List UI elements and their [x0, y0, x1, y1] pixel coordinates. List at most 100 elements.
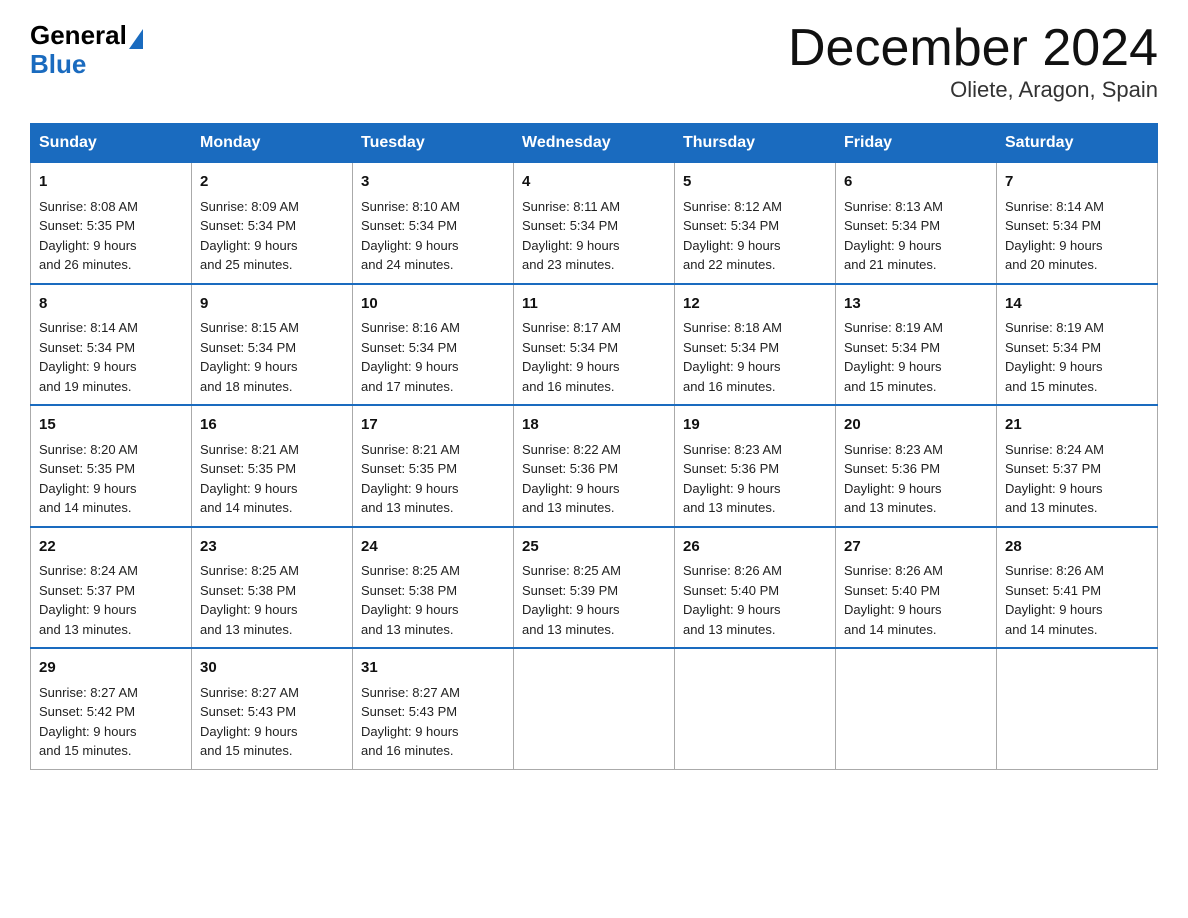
daylight-minutes-text: and 16 minutes.: [361, 743, 454, 758]
daylight-text: Daylight: 9 hours: [1005, 359, 1103, 374]
sunrise-text: Sunrise: 8:08 AM: [39, 199, 138, 214]
col-saturday: Saturday: [997, 124, 1158, 163]
daylight-text: Daylight: 9 hours: [39, 359, 137, 374]
daylight-text: Daylight: 9 hours: [522, 238, 620, 253]
sunset-text: Sunset: 5:39 PM: [522, 583, 618, 598]
table-row: 25 Sunrise: 8:25 AM Sunset: 5:39 PM Dayl…: [514, 527, 675, 649]
sunset-text: Sunset: 5:34 PM: [683, 340, 779, 355]
table-row: 28 Sunrise: 8:26 AM Sunset: 5:41 PM Dayl…: [997, 527, 1158, 649]
daylight-text: Daylight: 9 hours: [1005, 602, 1103, 617]
sunset-text: Sunset: 5:34 PM: [39, 340, 135, 355]
sunset-text: Sunset: 5:34 PM: [522, 340, 618, 355]
table-row: 3 Sunrise: 8:10 AM Sunset: 5:34 PM Dayli…: [353, 163, 514, 284]
table-row: 6 Sunrise: 8:13 AM Sunset: 5:34 PM Dayli…: [836, 163, 997, 284]
sunset-text: Sunset: 5:40 PM: [844, 583, 940, 598]
sunset-text: Sunset: 5:35 PM: [361, 461, 457, 476]
col-friday: Friday: [836, 124, 997, 163]
sunrise-text: Sunrise: 8:17 AM: [522, 320, 621, 335]
sunrise-text: Sunrise: 8:24 AM: [39, 563, 138, 578]
day-number: 26: [683, 536, 827, 559]
sunset-text: Sunset: 5:34 PM: [361, 218, 457, 233]
daylight-text: Daylight: 9 hours: [361, 238, 459, 253]
daylight-minutes-text: and 16 minutes.: [522, 379, 615, 394]
sunrise-text: Sunrise: 8:18 AM: [683, 320, 782, 335]
logo-blue-text: Blue: [30, 49, 86, 80]
daylight-minutes-text: and 14 minutes.: [39, 500, 132, 515]
sunrise-text: Sunrise: 8:10 AM: [361, 199, 460, 214]
daylight-text: Daylight: 9 hours: [1005, 481, 1103, 496]
sunrise-text: Sunrise: 8:19 AM: [1005, 320, 1104, 335]
daylight-minutes-text: and 14 minutes.: [844, 622, 937, 637]
day-number: 17: [361, 414, 505, 437]
sunrise-text: Sunrise: 8:27 AM: [200, 685, 299, 700]
daylight-text: Daylight: 9 hours: [361, 481, 459, 496]
day-number: 25: [522, 536, 666, 559]
col-wednesday: Wednesday: [514, 124, 675, 163]
daylight-text: Daylight: 9 hours: [39, 602, 137, 617]
daylight-minutes-text: and 25 minutes.: [200, 257, 293, 272]
daylight-minutes-text: and 26 minutes.: [39, 257, 132, 272]
sunset-text: Sunset: 5:34 PM: [683, 218, 779, 233]
daylight-text: Daylight: 9 hours: [200, 481, 298, 496]
calendar-week-row: 1 Sunrise: 8:08 AM Sunset: 5:35 PM Dayli…: [31, 163, 1158, 284]
table-row: 27 Sunrise: 8:26 AM Sunset: 5:40 PM Dayl…: [836, 527, 997, 649]
daylight-minutes-text: and 15 minutes.: [200, 743, 293, 758]
daylight-text: Daylight: 9 hours: [522, 481, 620, 496]
daylight-text: Daylight: 9 hours: [200, 238, 298, 253]
sunrise-text: Sunrise: 8:25 AM: [200, 563, 299, 578]
calendar-week-row: 15 Sunrise: 8:20 AM Sunset: 5:35 PM Dayl…: [31, 405, 1158, 527]
sunset-text: Sunset: 5:43 PM: [361, 704, 457, 719]
day-number: 13: [844, 293, 988, 316]
day-number: 30: [200, 657, 344, 680]
daylight-text: Daylight: 9 hours: [200, 602, 298, 617]
calendar-subtitle: Oliete, Aragon, Spain: [788, 77, 1158, 103]
daylight-minutes-text: and 22 minutes.: [683, 257, 776, 272]
table-row: 17 Sunrise: 8:21 AM Sunset: 5:35 PM Dayl…: [353, 405, 514, 527]
table-row: 5 Sunrise: 8:12 AM Sunset: 5:34 PM Dayli…: [675, 163, 836, 284]
day-number: 23: [200, 536, 344, 559]
sunrise-text: Sunrise: 8:19 AM: [844, 320, 943, 335]
daylight-text: Daylight: 9 hours: [683, 602, 781, 617]
sunset-text: Sunset: 5:38 PM: [361, 583, 457, 598]
sunset-text: Sunset: 5:35 PM: [200, 461, 296, 476]
day-number: 10: [361, 293, 505, 316]
sunrise-text: Sunrise: 8:11 AM: [522, 199, 620, 214]
sunrise-text: Sunrise: 8:26 AM: [683, 563, 782, 578]
table-row: [675, 648, 836, 769]
daylight-text: Daylight: 9 hours: [361, 602, 459, 617]
table-row: 7 Sunrise: 8:14 AM Sunset: 5:34 PM Dayli…: [997, 163, 1158, 284]
day-number: 19: [683, 414, 827, 437]
daylight-text: Daylight: 9 hours: [200, 359, 298, 374]
day-number: 31: [361, 657, 505, 680]
sunrise-text: Sunrise: 8:26 AM: [1005, 563, 1104, 578]
day-number: 20: [844, 414, 988, 437]
sunrise-text: Sunrise: 8:21 AM: [200, 442, 299, 457]
daylight-minutes-text: and 15 minutes.: [844, 379, 937, 394]
table-row: 22 Sunrise: 8:24 AM Sunset: 5:37 PM Dayl…: [31, 527, 192, 649]
sunset-text: Sunset: 5:41 PM: [1005, 583, 1101, 598]
day-number: 29: [39, 657, 183, 680]
daylight-minutes-text: and 13 minutes.: [361, 622, 454, 637]
daylight-minutes-text: and 13 minutes.: [200, 622, 293, 637]
col-thursday: Thursday: [675, 124, 836, 163]
sunset-text: Sunset: 5:43 PM: [200, 704, 296, 719]
daylight-text: Daylight: 9 hours: [844, 602, 942, 617]
table-row: 21 Sunrise: 8:24 AM Sunset: 5:37 PM Dayl…: [997, 405, 1158, 527]
sunrise-text: Sunrise: 8:25 AM: [522, 563, 621, 578]
day-number: 8: [39, 293, 183, 316]
daylight-minutes-text: and 13 minutes.: [361, 500, 454, 515]
daylight-minutes-text: and 13 minutes.: [683, 500, 776, 515]
table-row: 16 Sunrise: 8:21 AM Sunset: 5:35 PM Dayl…: [192, 405, 353, 527]
sunrise-text: Sunrise: 8:16 AM: [361, 320, 460, 335]
sunset-text: Sunset: 5:34 PM: [844, 340, 940, 355]
daylight-minutes-text: and 13 minutes.: [1005, 500, 1098, 515]
day-number: 14: [1005, 293, 1149, 316]
table-row: [514, 648, 675, 769]
daylight-text: Daylight: 9 hours: [522, 602, 620, 617]
day-number: 15: [39, 414, 183, 437]
daylight-text: Daylight: 9 hours: [361, 724, 459, 739]
sunset-text: Sunset: 5:34 PM: [361, 340, 457, 355]
table-row: 13 Sunrise: 8:19 AM Sunset: 5:34 PM Dayl…: [836, 284, 997, 406]
sunset-text: Sunset: 5:34 PM: [1005, 218, 1101, 233]
sunset-text: Sunset: 5:36 PM: [683, 461, 779, 476]
